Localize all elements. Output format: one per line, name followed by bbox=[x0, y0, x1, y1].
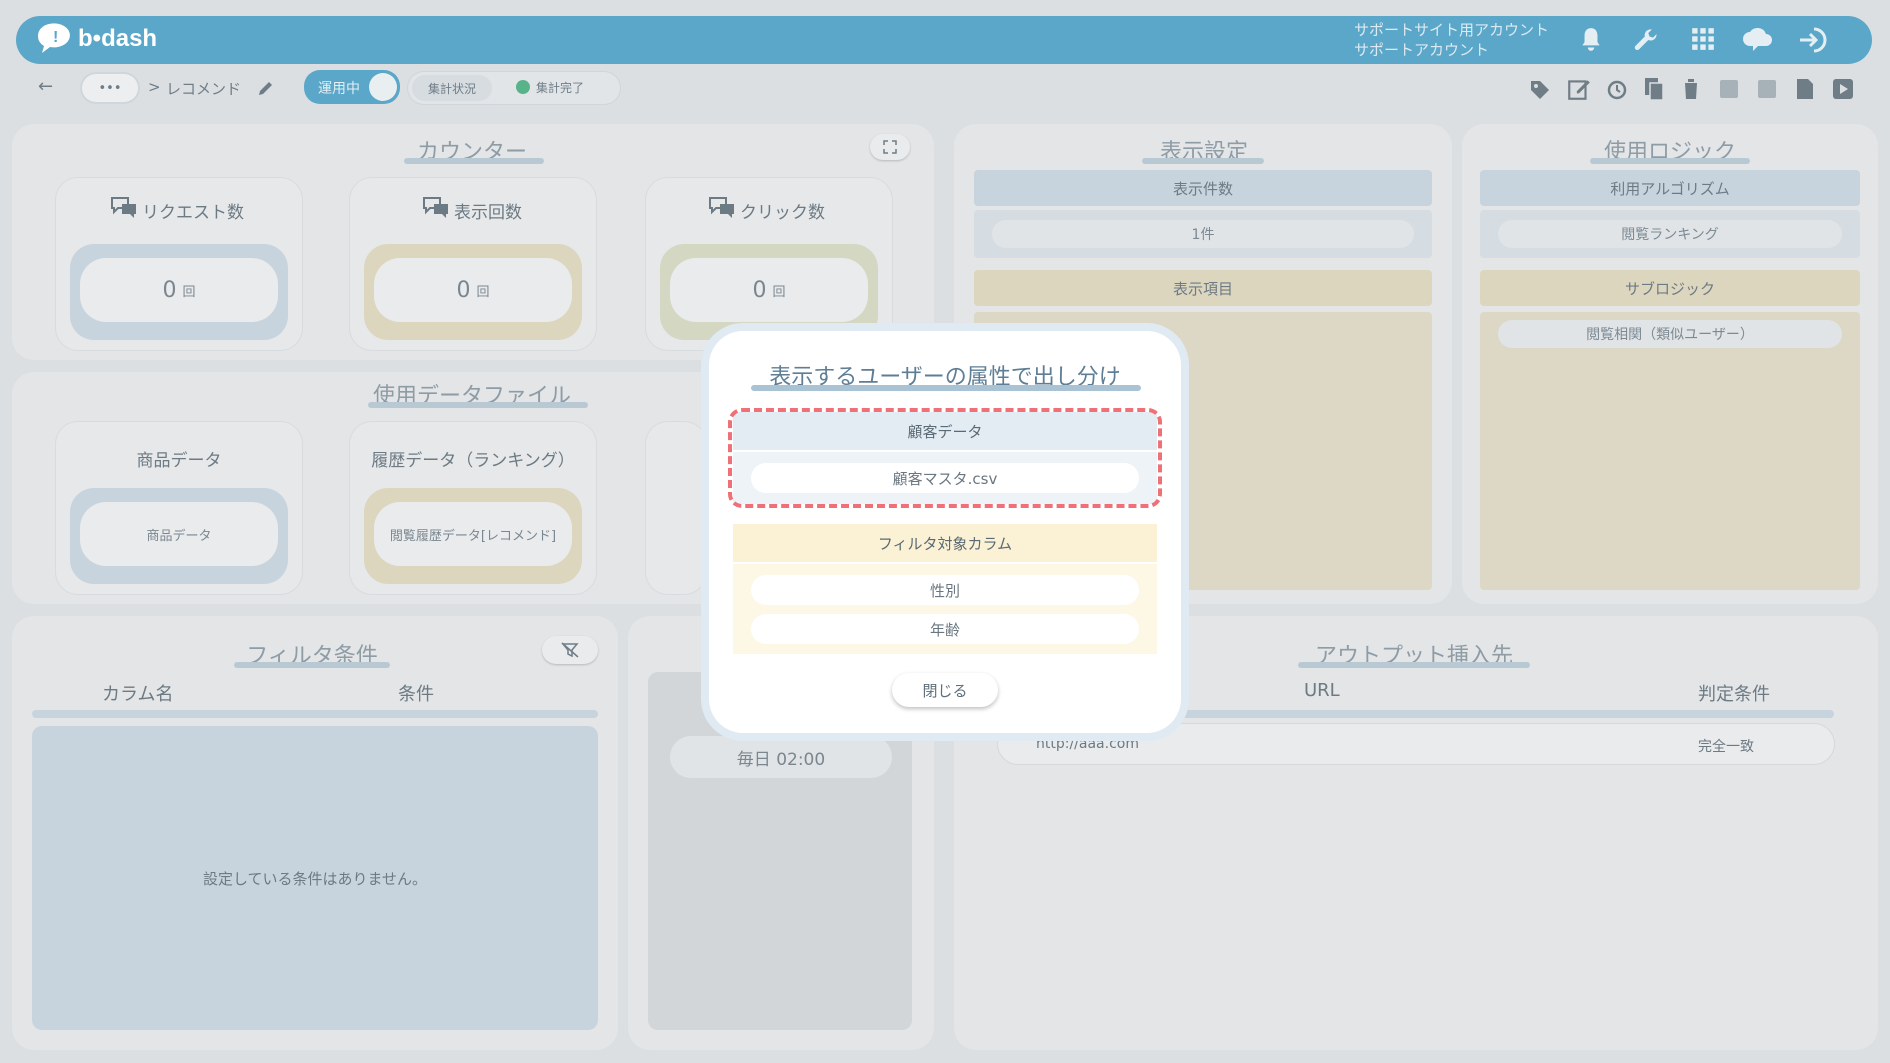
chat-cloud-icon[interactable] bbox=[1742, 26, 1774, 54]
expand-icon bbox=[883, 140, 897, 154]
schedule-value[interactable]: 毎日 02:00 bbox=[670, 736, 892, 778]
logic-sub-value[interactable]: 閲覧相関（類似ユーザー） bbox=[1498, 320, 1842, 348]
datafile-card-products: 商品データ 商品データ bbox=[56, 422, 302, 594]
output-col-url: URL bbox=[1304, 680, 1340, 701]
display-title-underline bbox=[1142, 158, 1264, 164]
counter-unit: 回 bbox=[182, 284, 196, 300]
play-icon[interactable] bbox=[1832, 78, 1854, 100]
close-button[interactable]: 閉じる bbox=[892, 673, 998, 707]
apps-grid-icon[interactable] bbox=[1690, 26, 1716, 52]
output-row-url: http://aaa.com bbox=[1036, 736, 1139, 752]
highlight-frame bbox=[728, 408, 1162, 508]
history-icon[interactable] bbox=[1604, 78, 1628, 102]
datafile-label: 商品データ bbox=[136, 451, 222, 471]
counter-unit: 回 bbox=[476, 284, 490, 300]
counter-value: 0回 bbox=[80, 258, 278, 322]
modal-dialog: 表示するユーザーの属性で出し分け 顧客データ 顧客マスタ.csv フィルタ対象カ… bbox=[709, 331, 1181, 733]
logo[interactable]: ! b•dash bbox=[34, 22, 157, 56]
logo-bubble-icon: ! bbox=[37, 23, 70, 53]
logic-algo-value[interactable]: 閲覧ランキング bbox=[1498, 220, 1842, 248]
filter-off-icon bbox=[561, 642, 579, 658]
logout-icon[interactable] bbox=[1798, 26, 1830, 54]
chat-icon bbox=[709, 197, 734, 218]
filter-panel: フィルタ条件 カラム名 条件 設定している条件はありません。 bbox=[12, 616, 618, 1050]
filter-col-cond: 条件 bbox=[398, 684, 434, 705]
filter-column-header: フィルタ対象カラム bbox=[733, 524, 1157, 562]
wrench-icon[interactable] bbox=[1632, 26, 1660, 54]
breadcrumb-sep: > bbox=[148, 78, 161, 96]
datafile-card-customers bbox=[646, 422, 706, 594]
tab-done[interactable]: 集計完了 bbox=[536, 79, 584, 96]
bell-icon[interactable] bbox=[1578, 26, 1604, 54]
counter-card-impressions: 表示回数 0回 bbox=[350, 178, 596, 350]
filter-column-item[interactable]: 年齢 bbox=[751, 614, 1139, 644]
counter-unit: 回 bbox=[772, 284, 786, 300]
display-items-header: 表示項目 bbox=[974, 270, 1432, 306]
output-row-cond: 完全一致 bbox=[1698, 739, 1754, 755]
counter-number: 0 bbox=[456, 277, 471, 303]
more-button[interactable]: ••• bbox=[82, 74, 138, 102]
top-bar: ! b•dash サポートサイト用アカウント サポートアカウント bbox=[16, 16, 1872, 64]
trash-icon[interactable] bbox=[1680, 77, 1702, 101]
edit-icon[interactable] bbox=[1566, 76, 1592, 102]
breadcrumb-page: レコメンド bbox=[166, 80, 242, 98]
back-button[interactable]: ← bbox=[38, 76, 53, 97]
counter-label: クリック数 bbox=[740, 203, 825, 223]
logic-sub-area bbox=[1480, 312, 1860, 590]
logic-title-underline bbox=[1590, 158, 1750, 164]
tag-icon[interactable] bbox=[1528, 78, 1552, 102]
datafile-value[interactable]: 閲覧履歴データ[レコメンド] bbox=[374, 502, 572, 566]
counter-card-clicks: クリック数 0回 bbox=[646, 178, 892, 350]
counter-card-requests: リクエスト数 0回 bbox=[56, 178, 302, 350]
datafile-value[interactable]: 商品データ bbox=[80, 502, 278, 566]
chat-icon bbox=[423, 197, 448, 218]
logic-algo-header: 利用アルゴリズム bbox=[1480, 170, 1860, 206]
counter-number: 0 bbox=[752, 277, 767, 303]
output-col-cond: 判定条件 bbox=[1698, 684, 1770, 705]
aggregation-tabs: 集計状況 集計完了 bbox=[408, 72, 620, 104]
logo-text: b•dash bbox=[78, 25, 158, 52]
document-icon[interactable] bbox=[1794, 77, 1816, 101]
logic-panel: 使用ロジック 利用アルゴリズム 閲覧ランキング サブロジック 閲覧相関（類似ユー… bbox=[1462, 124, 1878, 604]
account-line2: サポートアカウント bbox=[1354, 41, 1490, 59]
filter-title-underline bbox=[234, 662, 390, 668]
toggle-knob bbox=[369, 73, 397, 101]
status-toggle[interactable]: 運用中 bbox=[304, 70, 400, 104]
counter-number: 0 bbox=[162, 277, 177, 303]
account-info[interactable]: サポートサイト用アカウント サポートアカウント bbox=[1354, 20, 1549, 60]
expand-button[interactable] bbox=[870, 134, 910, 160]
counter-title-underline bbox=[404, 158, 544, 164]
filter-col-name: カラム名 bbox=[102, 684, 174, 705]
sub-nav: ← ••• > レコメンド 運用中 集計状況 集計完了 bbox=[0, 70, 1890, 110]
filter-toggle-button[interactable] bbox=[542, 636, 598, 664]
filter-column-item[interactable]: 性別 bbox=[751, 575, 1139, 605]
display-count-value[interactable]: 1件 bbox=[992, 220, 1414, 248]
logic-sub-header: サブロジック bbox=[1480, 270, 1860, 306]
chat-icon bbox=[111, 197, 136, 218]
counter-value: 0回 bbox=[374, 258, 572, 322]
filter-header-line bbox=[32, 710, 598, 718]
modal-title-underline bbox=[751, 385, 1141, 391]
unarchive-icon[interactable] bbox=[1756, 78, 1778, 100]
datafile-title-underline bbox=[368, 402, 588, 408]
datafile-label: 履歴データ（ランキング） bbox=[371, 451, 575, 471]
check-icon bbox=[516, 80, 530, 94]
filter-empty-message: 設定している条件はありません。 bbox=[32, 726, 598, 1030]
counter-label: 表示回数 bbox=[454, 203, 522, 223]
counter-label: リクエスト数 bbox=[142, 203, 244, 223]
status-toggle-label: 運用中 bbox=[318, 81, 360, 97]
svg-text:!: ! bbox=[53, 29, 58, 46]
datafile-card-history: 履歴データ（ランキング） 閲覧履歴データ[レコメンド] bbox=[350, 422, 596, 594]
account-line1: サポートサイト用アカウント bbox=[1354, 21, 1550, 39]
counter-value: 0回 bbox=[670, 258, 868, 322]
copy-icon[interactable] bbox=[1642, 76, 1666, 102]
display-count-header: 表示件数 bbox=[974, 170, 1432, 206]
tab-aggregation[interactable]: 集計状況 bbox=[412, 75, 492, 101]
edit-pencil-icon[interactable] bbox=[256, 78, 276, 98]
output-title-underline bbox=[1298, 662, 1530, 668]
archive-icon[interactable] bbox=[1718, 78, 1740, 100]
